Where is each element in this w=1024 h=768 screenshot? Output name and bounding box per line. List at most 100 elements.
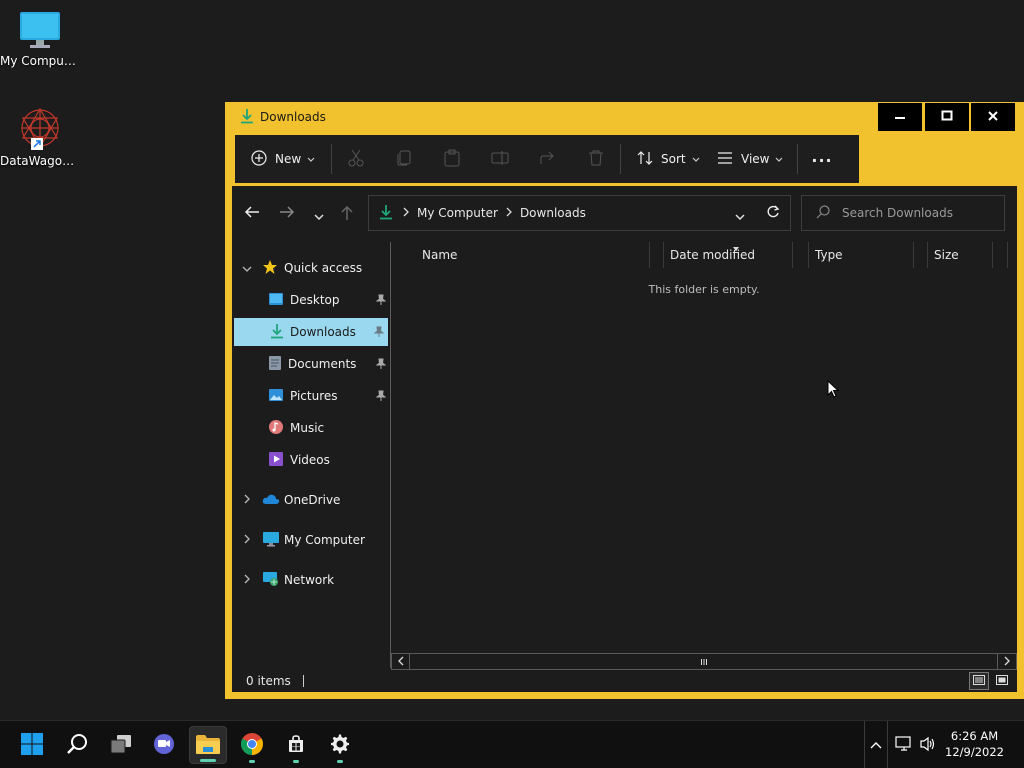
desktop-icon-label: My Computer (0, 54, 80, 68)
desktop-icon-my-computer[interactable]: My Computer (0, 10, 80, 68)
scissors-icon (348, 149, 364, 170)
sort-icon (637, 150, 653, 169)
nav-item-onedrive[interactable]: OneDrive (232, 486, 390, 514)
pin-icon (375, 358, 387, 373)
network-status-button[interactable] (895, 736, 913, 755)
search-box[interactable]: Search Downloads (801, 195, 1005, 231)
search-icon (66, 733, 88, 758)
nav-label: Documents (288, 357, 357, 371)
monitor-icon (0, 10, 80, 50)
copy-button[interactable] (380, 135, 428, 183)
refresh-button[interactable] (766, 205, 780, 222)
star-icon (262, 259, 278, 278)
datawagon-shortcut-icon (0, 106, 80, 150)
clock[interactable]: 6:26 AM 12/9/2022 (945, 728, 1004, 760)
horizontal-scrollbar[interactable] (391, 653, 1017, 670)
nav-item-my-computer[interactable]: My Computer (232, 526, 390, 554)
cut-button[interactable] (332, 135, 380, 183)
column-label: Name (422, 248, 458, 262)
volume-button[interactable] (919, 736, 937, 755)
nav-label: My Computer (284, 533, 365, 547)
search-button[interactable] (58, 726, 96, 764)
address-row: My Computer Downloads Search Downloads (232, 186, 1017, 240)
grip-icon (700, 655, 708, 669)
scroll-left-button[interactable] (392, 654, 410, 669)
copy-icon (397, 150, 411, 169)
trash-icon (588, 149, 604, 170)
new-button[interactable]: New (235, 135, 331, 183)
rename-button[interactable] (476, 135, 524, 183)
column-header-date-modified[interactable]: Date modified (664, 242, 792, 268)
start-button[interactable] (13, 726, 51, 764)
column-header-name[interactable]: Name (391, 242, 649, 268)
minimize-button[interactable] (878, 103, 922, 131)
address-bar[interactable]: My Computer Downloads (368, 195, 791, 231)
close-icon (987, 110, 999, 125)
file-explorer-taskbar-button[interactable] (189, 726, 227, 764)
breadcrumb-downloads[interactable]: Downloads (520, 206, 586, 220)
tiles-view-button[interactable] (992, 672, 1012, 690)
paste-button[interactable] (428, 135, 476, 183)
pin-icon (375, 390, 387, 405)
network-icon (262, 571, 280, 590)
share-button[interactable] (524, 135, 572, 183)
chevron-right-icon (244, 573, 250, 587)
forward-button[interactable] (279, 205, 295, 222)
chevron-down-icon (692, 152, 700, 166)
nav-item-downloads[interactable]: Downloads (234, 318, 388, 346)
column-separator[interactable] (913, 242, 914, 268)
scroll-thumb[interactable] (410, 654, 998, 669)
nav-item-videos[interactable]: Videos (232, 446, 390, 474)
recent-locations-button[interactable] (314, 209, 324, 223)
nav-item-documents[interactable]: Documents (232, 350, 390, 378)
chevron-down-icon (775, 152, 783, 166)
pictures-icon (268, 388, 284, 405)
chevron-right-icon (1004, 655, 1010, 669)
more-options-button[interactable]: ... (798, 135, 846, 183)
desktop-icon-datawagon[interactable]: DataWagon... (0, 106, 80, 168)
nav-item-pictures[interactable]: Pictures (232, 382, 390, 410)
column-header-type[interactable]: Type (809, 242, 913, 268)
nav-item-desktop[interactable]: Desktop (232, 286, 390, 314)
view-label: View (741, 152, 770, 166)
view-button[interactable]: View (709, 135, 797, 183)
column-header-size[interactable]: Size (928, 242, 992, 268)
search-input[interactable]: Search Downloads (842, 206, 953, 220)
nav-quick-access[interactable]: Quick access (232, 254, 390, 282)
store-button[interactable] (277, 726, 315, 764)
share-icon (539, 150, 557, 169)
delete-button[interactable] (572, 135, 620, 183)
column-separator[interactable] (1007, 242, 1008, 268)
breadcrumb-my-computer[interactable]: My Computer (417, 206, 498, 220)
close-button[interactable] (971, 103, 1015, 131)
details-view-button[interactable] (969, 672, 989, 690)
sort-button[interactable]: Sort (621, 135, 709, 183)
maximize-button[interactable] (925, 103, 969, 131)
chevron-left-icon (397, 655, 404, 669)
status-bar: 0 items (232, 670, 1017, 692)
cloud-icon (262, 493, 280, 508)
settings-button[interactable] (321, 726, 359, 764)
nav-label: Quick access (284, 261, 363, 275)
arrow-up-icon (340, 205, 354, 224)
pin-icon (375, 294, 387, 309)
nav-item-music[interactable]: Music (232, 414, 390, 442)
column-separator[interactable] (992, 242, 993, 268)
column-label: Type (815, 248, 843, 262)
back-button[interactable] (244, 205, 260, 222)
address-history-button[interactable] (735, 209, 745, 223)
chat-button[interactable] (145, 726, 183, 764)
scroll-right-button[interactable] (998, 654, 1016, 669)
empty-folder-message: This folder is empty. (648, 283, 760, 296)
column-separator[interactable] (649, 242, 650, 268)
chrome-button[interactable] (233, 726, 271, 764)
downloads-icon (240, 108, 254, 127)
nav-item-network[interactable]: Network (232, 566, 390, 594)
titlebar[interactable]: Downloads (225, 102, 1024, 132)
up-button[interactable] (340, 205, 354, 224)
show-hidden-icons-button[interactable] (864, 721, 888, 768)
chevron-down-icon (314, 209, 324, 223)
videos-icon (268, 451, 284, 470)
task-view-button[interactable] (102, 726, 140, 764)
column-separator[interactable] (792, 242, 793, 268)
